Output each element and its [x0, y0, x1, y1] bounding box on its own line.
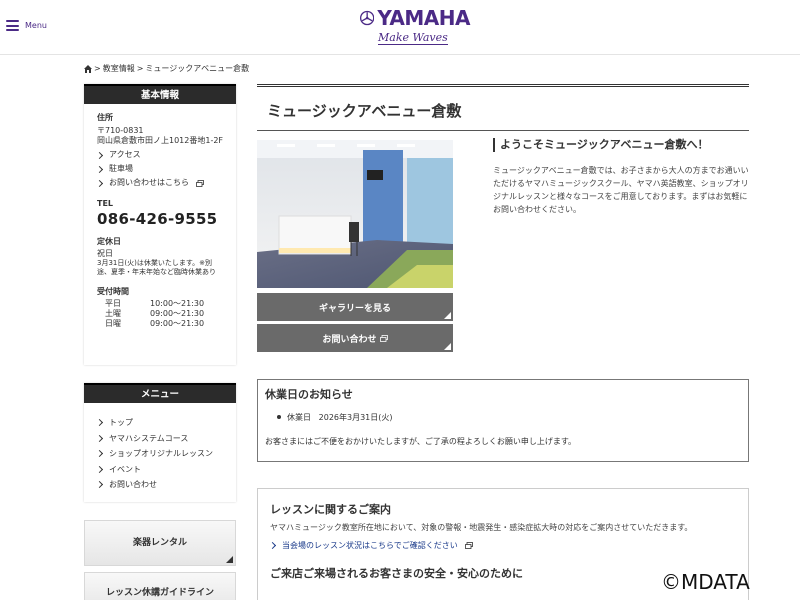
holiday-note: 3月31日(火)は休業いたします。※別途、夏季・年末年始など臨時休業あり — [97, 259, 216, 276]
breadcrumb-current: ミュージックアベニュー倉敷 — [145, 64, 250, 73]
site-header: Menu YAMAHA Make Waves — [0, 0, 800, 55]
yamaha-logo[interactable]: YAMAHA Make Waves — [360, 6, 470, 50]
postal-code: 〒710-0831 — [97, 126, 144, 135]
hours-time: 09:00〜21:30 — [150, 309, 205, 318]
hamburger-icon — [6, 20, 19, 31]
menu-button[interactable]: Menu — [6, 20, 47, 31]
address: 岡山県倉敷市田ノ上1012番地1-2F — [97, 136, 224, 145]
menu-item-event[interactable]: イベント — [97, 462, 224, 478]
page-title: ミュージックアベニュー倉敷 — [267, 102, 462, 120]
menu-label: Menu — [25, 21, 47, 30]
external-window-icon — [464, 542, 473, 549]
hours-time: 10:00〜21:30 — [150, 299, 205, 308]
lesson-cancel-guideline-button[interactable]: レッスン休講ガイドライン — [84, 572, 236, 600]
basic-info-box: 基本情報 住所 〒710-0831 岡山県倉敷市田ノ上1012番地1-2F アク… — [84, 84, 236, 365]
address-label: 住所 — [97, 113, 113, 122]
logo-text: YAMAHA — [377, 6, 470, 30]
hours-day: 土曜 — [105, 309, 121, 318]
access-link[interactable]: アクセス — [97, 148, 224, 162]
hours-table: 平日 10:00〜21:30 土曜 09:00〜21:30 日曜 09:00〜21:3… — [97, 299, 224, 329]
breadcrumb-item[interactable]: 教室情報 — [103, 63, 135, 74]
corner-arrow-icon — [444, 343, 451, 350]
holiday-value: 祝日 — [97, 249, 113, 258]
menu-item-original-lesson[interactable]: ショップオリジナルレッスン — [97, 446, 224, 462]
notice-text: お客さまにはご不便をおかけいたしますが、ご了承の程よろしくお願い申し上げます。 — [265, 437, 577, 446]
external-window-icon — [379, 334, 388, 342]
holiday-notice-box: 休業日のお知らせ 休業日 2026年3月31日(火) お客さまにはご不便をおかけ… — [257, 379, 749, 462]
instrument-rental-button[interactable]: 楽器レンタル — [84, 520, 236, 566]
tuning-fork-logo-icon — [360, 10, 375, 26]
lesson-heading: レッスンに関するご案内 — [270, 503, 391, 516]
gallery-button[interactable]: ギャラリーを見る — [257, 293, 453, 321]
hours-day: 日曜 — [105, 319, 121, 328]
tel-label: TEL — [97, 199, 114, 208]
parking-link[interactable]: 駐車場 — [97, 162, 224, 176]
external-window-icon — [196, 179, 204, 187]
menu-item-top[interactable]: トップ — [97, 415, 224, 431]
corner-arrow-icon — [226, 556, 233, 563]
phone-number[interactable]: 086-426-9555 — [97, 210, 224, 228]
menu-box: メニュー トップ ヤマハシステムコース ショップオリジナルレッスン イベント お… — [84, 383, 236, 502]
welcome-section: ようこそミュージックアベニュー倉敷へ！ ミュージックアベニュー倉敷では、お子さま… — [493, 138, 749, 216]
contact-link[interactable]: お問い合わせはこちら — [97, 176, 224, 190]
hours-time: 09:00〜21:30 — [150, 319, 205, 328]
home-icon[interactable] — [84, 64, 92, 73]
lesson-text: ヤマハミュージック教室所在地において、対象の警報・地震発生・感染症拡大時の対応を… — [270, 523, 693, 532]
basic-info-heading: 基本情報 — [84, 84, 236, 104]
lesson-status-link[interactable]: 当会場のレッスン状況はこちらでご確認ください — [270, 540, 736, 551]
corner-arrow-icon — [444, 312, 451, 319]
classroom-photo — [257, 140, 453, 288]
logo-tagline: Make Waves — [378, 31, 448, 45]
hours-day: 平日 — [105, 299, 121, 308]
menu-heading: メニュー — [84, 383, 236, 403]
watermark: ©MDATA — [661, 570, 750, 594]
welcome-heading: ようこそミュージックアベニュー倉敷へ！ — [493, 138, 749, 152]
hours-label: 受付時間 — [97, 287, 129, 296]
contact-button[interactable]: お問い合わせ — [257, 324, 453, 352]
menu-item-contact[interactable]: お問い合わせ — [97, 477, 224, 493]
notice-row: 休業日 2026年3月31日(火) — [265, 412, 741, 423]
page-title-bar: ミュージックアベニュー倉敷 — [257, 84, 749, 131]
breadcrumb: > 教室情報 > ミュージックアベニュー倉敷 — [84, 63, 249, 74]
holiday-label: 定休日 — [97, 237, 121, 246]
notice-heading: 休業日のお知らせ — [265, 388, 353, 401]
menu-item-system-course[interactable]: ヤマハシステムコース — [97, 431, 224, 447]
welcome-text: ミュージックアベニュー倉敷では、お子さまから大人の方までお通いいただけるヤマハミ… — [493, 166, 749, 214]
